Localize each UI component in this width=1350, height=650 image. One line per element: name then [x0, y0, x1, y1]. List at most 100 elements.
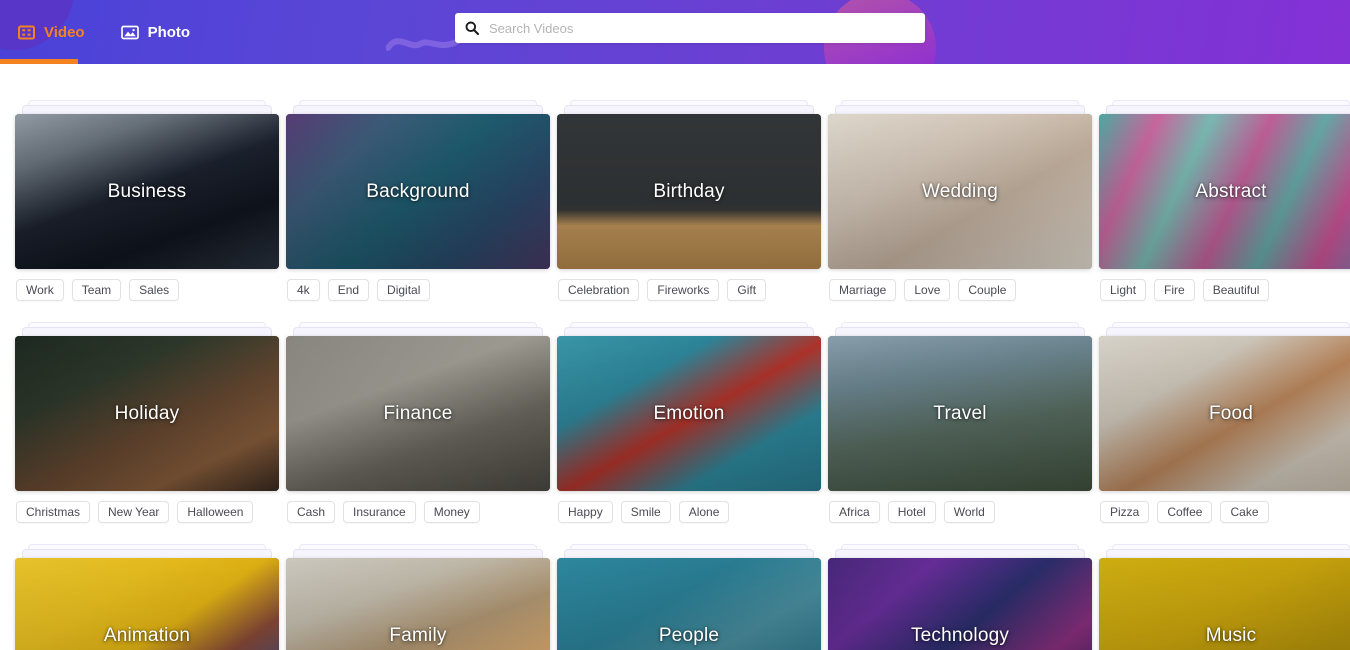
category-card[interactable]: Technology	[828, 544, 1092, 650]
category-tag[interactable]: Cash	[287, 501, 336, 523]
category-tag[interactable]: Insurance	[343, 501, 416, 523]
category-tag[interactable]: Celebration	[558, 279, 640, 301]
category-tag[interactable]: Beautiful	[1202, 279, 1270, 301]
category-card[interactable]: Wedding Marriage Love Couple	[828, 100, 1092, 301]
thumbnail-overlay	[286, 558, 550, 650]
active-tab-indicator	[0, 59, 78, 64]
category-thumbnail[interactable]: Birthday	[557, 114, 821, 269]
category-card[interactable]: Travel Africa Hotel World	[828, 322, 1092, 523]
thumbnail-overlay	[557, 336, 821, 491]
search-bar[interactable]	[455, 13, 925, 43]
category-tag-list: Work Team Sales	[15, 279, 279, 301]
category-tag[interactable]: Happy	[558, 501, 613, 523]
category-card[interactable]: Business Work Team Sales	[15, 100, 279, 301]
category-thumbnail[interactable]: Finance	[286, 336, 550, 491]
card-stack-decoration	[557, 100, 821, 116]
category-thumbnail[interactable]: Music	[1099, 558, 1350, 650]
header-decor-squiggle	[386, 34, 462, 52]
category-card[interactable]: People	[557, 544, 821, 650]
category-card[interactable]: Food Pizza Coffee Cake	[1099, 322, 1350, 523]
category-tag[interactable]: 4k	[287, 279, 320, 301]
category-tag[interactable]: Smile	[620, 501, 671, 523]
card-stack-decoration	[1099, 100, 1350, 116]
thumbnail-overlay	[286, 114, 550, 269]
category-card[interactable]: Family	[286, 544, 550, 650]
category-thumbnail[interactable]: Background	[286, 114, 550, 269]
category-tag[interactable]: Pizza	[1100, 501, 1150, 523]
card-stack-decoration	[286, 544, 550, 560]
category-tag-list: Christmas New Year Halloween	[15, 501, 279, 523]
tab-photo-label: Photo	[147, 23, 191, 41]
category-card[interactable]: Finance Cash Insurance Money	[286, 322, 550, 523]
category-tag[interactable]: Money	[423, 501, 480, 523]
category-tag[interactable]: End	[327, 279, 370, 301]
card-stack-decoration	[286, 100, 550, 116]
category-tag[interactable]: Africa	[829, 501, 880, 523]
thumbnail-overlay	[557, 558, 821, 650]
category-card[interactable]: Music	[1099, 544, 1350, 650]
category-tag-list: 4k End Digital	[286, 279, 550, 301]
category-card[interactable]: Holiday Christmas New Year Halloween	[15, 322, 279, 523]
category-tag[interactable]: Gift	[727, 279, 767, 301]
app-header: Video Photo	[0, 0, 1350, 64]
category-tag[interactable]: Halloween	[177, 501, 254, 523]
category-thumbnail[interactable]: Business	[15, 114, 279, 269]
category-card[interactable]: Abstract Light Fire Beautiful	[1099, 100, 1350, 301]
card-stack-decoration	[828, 100, 1092, 116]
card-stack-decoration	[557, 322, 821, 338]
film-icon	[18, 25, 35, 40]
category-thumbnail[interactable]: Abstract	[1099, 114, 1350, 269]
thumbnail-overlay	[557, 114, 821, 269]
category-tag[interactable]: Couple	[958, 279, 1017, 301]
category-tag[interactable]: Christmas	[16, 501, 91, 523]
card-stack-decoration	[828, 322, 1092, 338]
category-tag[interactable]: Cake	[1220, 501, 1269, 523]
category-tag[interactable]: Alone	[678, 501, 730, 523]
thumbnail-overlay	[1099, 336, 1350, 491]
search-input[interactable]	[489, 20, 915, 36]
image-icon	[120, 25, 139, 40]
category-tag[interactable]: Fire	[1154, 279, 1195, 301]
category-card[interactable]: Emotion Happy Smile Alone	[557, 322, 821, 523]
category-tag[interactable]: World	[943, 501, 995, 523]
category-tag[interactable]: Light	[1100, 279, 1147, 301]
category-thumbnail[interactable]: Holiday	[15, 336, 279, 491]
category-card[interactable]: Birthday Celebration Fireworks Gift	[557, 100, 821, 301]
category-tag-list: Marriage Love Couple	[828, 279, 1092, 301]
category-card[interactable]: Background 4k End Digital	[286, 100, 550, 301]
tab-video-label: Video	[44, 23, 85, 41]
card-stack-decoration	[828, 544, 1092, 560]
category-thumbnail[interactable]: Emotion	[557, 336, 821, 491]
category-tag[interactable]: Sales	[129, 279, 180, 301]
category-thumbnail[interactable]: Animation	[15, 558, 279, 650]
card-stack-decoration	[15, 322, 279, 338]
category-tag[interactable]: Digital	[377, 279, 431, 301]
thumbnail-overlay	[828, 558, 1092, 650]
category-thumbnail[interactable]: People	[557, 558, 821, 650]
category-thumbnail[interactable]: Technology	[828, 558, 1092, 650]
category-tag[interactable]: New Year	[98, 501, 170, 523]
category-tag[interactable]: Work	[16, 279, 64, 301]
main-nav: Video Photo	[0, 0, 208, 64]
category-thumbnail[interactable]: Travel	[828, 336, 1092, 491]
category-tag[interactable]: Hotel	[887, 501, 936, 523]
category-card[interactable]: Animation	[15, 544, 279, 650]
category-tag-list: Light Fire Beautiful	[1099, 279, 1350, 301]
category-thumbnail[interactable]: Wedding	[828, 114, 1092, 269]
category-grid-area: Business Work Team Sales Background 4k End D…	[0, 64, 1350, 650]
category-tag[interactable]: Marriage	[829, 279, 897, 301]
card-stack-decoration	[15, 100, 279, 116]
card-stack-decoration	[1099, 322, 1350, 338]
card-stack-decoration	[557, 544, 821, 560]
category-tag-list: Happy Smile Alone	[557, 501, 821, 523]
category-tag[interactable]: Team	[71, 279, 122, 301]
tab-video[interactable]: Video	[0, 0, 103, 64]
category-tag[interactable]: Coffee	[1157, 501, 1213, 523]
category-tag-list: Africa Hotel World	[828, 501, 1092, 523]
search-icon	[465, 21, 479, 35]
category-tag[interactable]: Fireworks	[647, 279, 720, 301]
category-thumbnail[interactable]: Food	[1099, 336, 1350, 491]
category-tag[interactable]: Love	[904, 279, 951, 301]
category-thumbnail[interactable]: Family	[286, 558, 550, 650]
tab-photo[interactable]: Photo	[103, 0, 209, 64]
